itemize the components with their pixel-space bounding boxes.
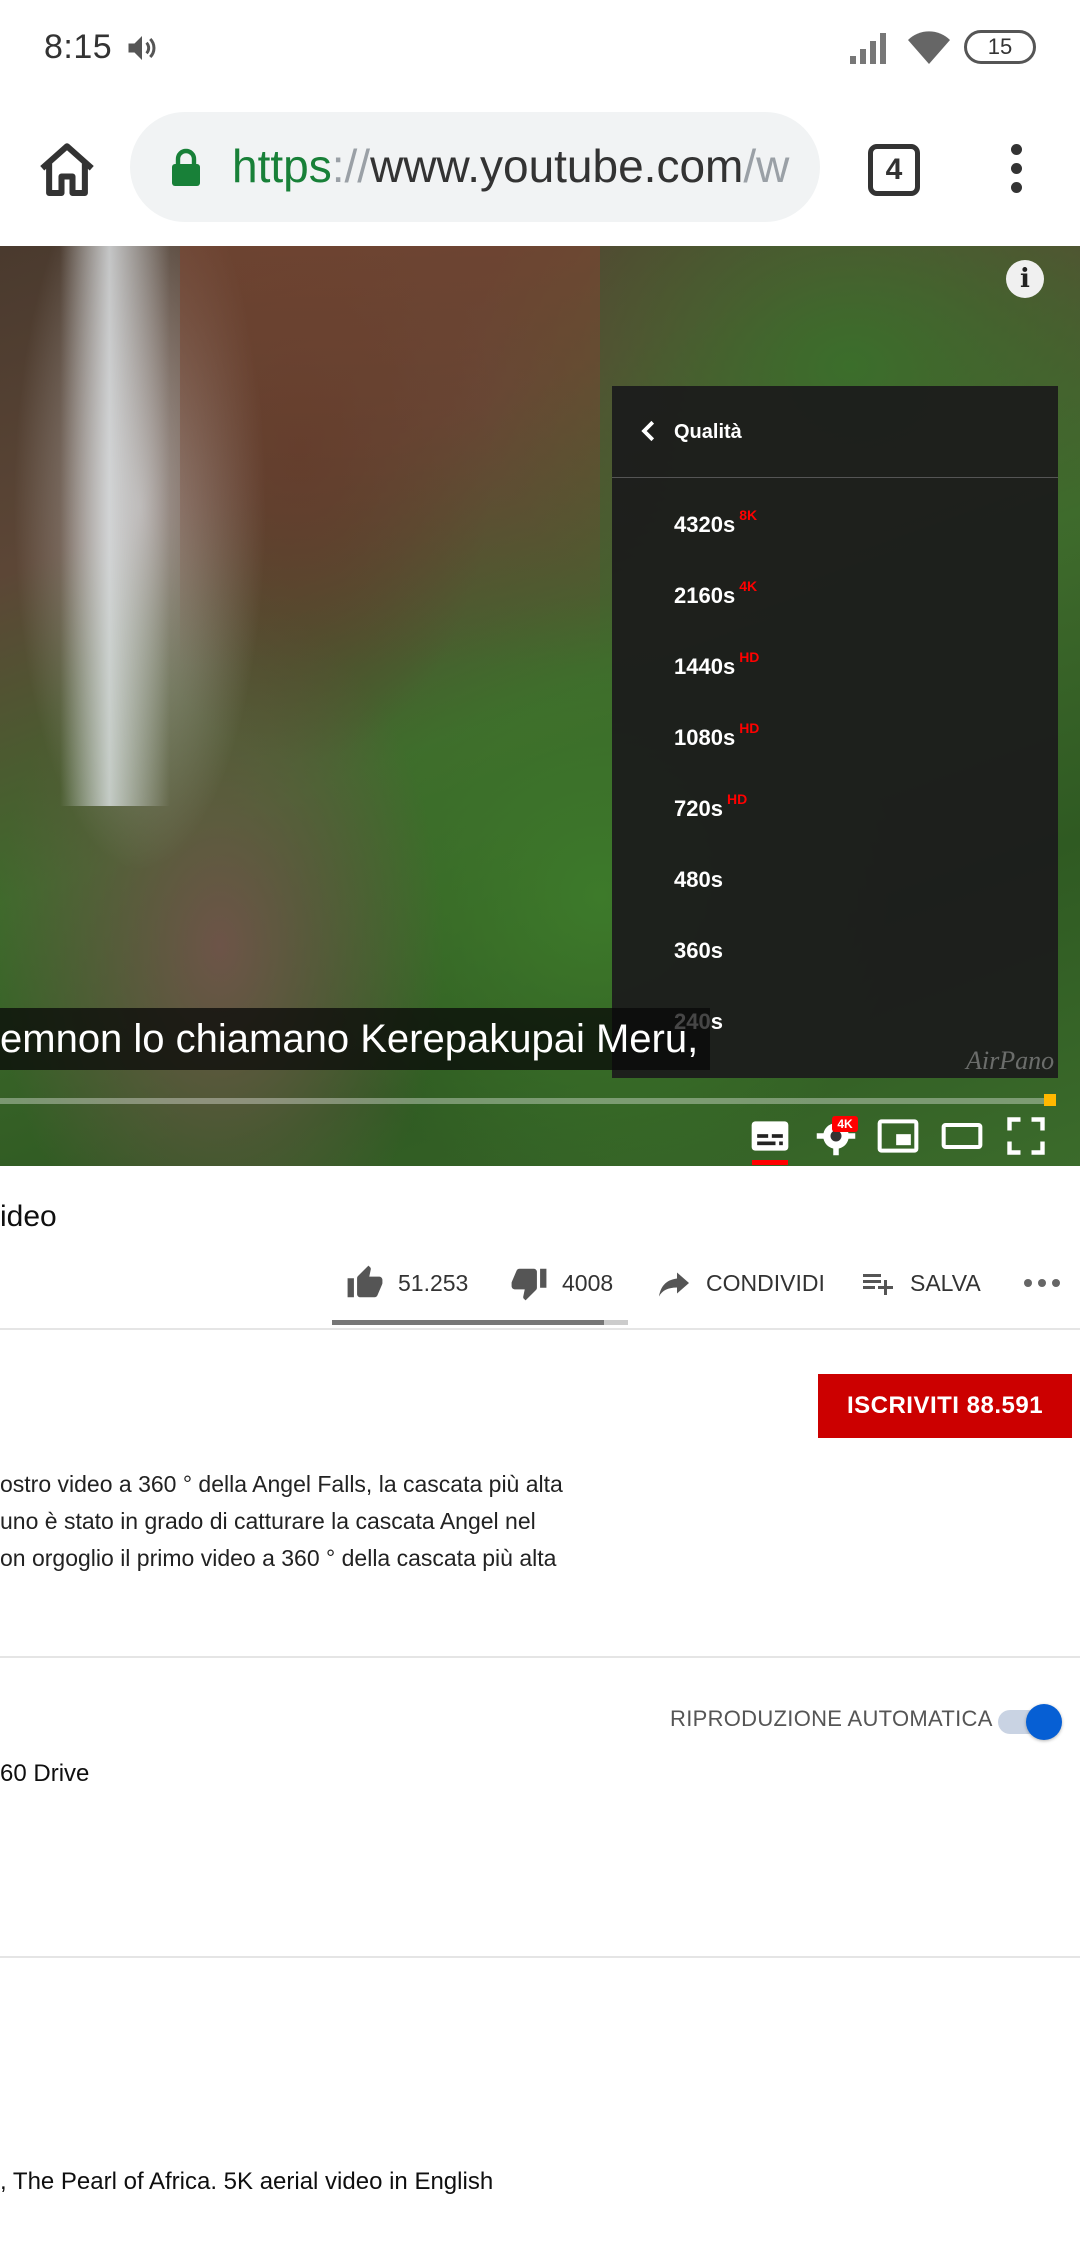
progress-scrubber[interactable] — [1044, 1094, 1056, 1106]
divider — [0, 1956, 1080, 1958]
divider — [0, 1656, 1080, 1658]
wifi-icon — [908, 31, 950, 64]
quality-option[interactable]: 720s HD — [674, 784, 1034, 834]
theater-mode-icon[interactable] — [940, 1114, 984, 1158]
up-next-title[interactable]: 60 Drive — [0, 1760, 89, 1788]
quality-badge: HD — [739, 720, 760, 736]
url-separator: :// — [331, 140, 371, 192]
status-bar: 8:15 15 — [0, 0, 1080, 96]
share-arrow-icon — [659, 1272, 689, 1297]
video-player[interactable]: i Qualità 4320s 8K 2160s 4K 1440s HD 1080s H… — [0, 246, 1080, 1166]
autoplay-label: RIPRODUZIONE AUTOMATICA — [670, 1706, 993, 1731]
video-title: ideo — [0, 1200, 57, 1233]
dislike-button[interactable]: 4008 — [510, 1248, 613, 1318]
description-line: ostro video a 360 ° della Angel Falls, l… — [0, 1471, 563, 1497]
quality-option[interactable]: 360s — [674, 926, 1034, 976]
lock-icon — [172, 148, 200, 186]
battery-indicator: 15 — [964, 30, 1036, 64]
fullscreen-icon[interactable] — [1004, 1114, 1048, 1158]
quality-menu: Qualità 4320s 8K 2160s 4K 1440s HD 1080s HD … — [612, 386, 1058, 1078]
video-frame-waterfall — [60, 246, 170, 806]
quality-badge: 4K — [832, 1116, 858, 1132]
url-path: /w — [743, 140, 790, 192]
address-bar[interactable]: https://www.youtube.com/w — [130, 112, 820, 222]
quality-badge: HD — [726, 791, 748, 807]
playlist-add-icon — [863, 1274, 893, 1295]
save-label: SALVA — [910, 1269, 981, 1296]
like-count: 51.253 — [398, 1269, 469, 1296]
quality-option[interactable]: 2160s 4K — [674, 571, 1034, 621]
quality-menu-title: Qualità — [674, 421, 742, 443]
quality-badge: HD — [739, 649, 760, 665]
recommended-video-title[interactable]: , The Pearl of Africa. 5K aerial video i… — [0, 2168, 493, 2196]
share-button[interactable]: CONDIVIDI — [656, 1248, 825, 1318]
like-button[interactable]: 51.253 — [346, 1248, 468, 1318]
browser-toolbar: https://www.youtube.com/w 4 — [0, 96, 1080, 246]
progress-bar[interactable] — [0, 1098, 1052, 1104]
url-text[interactable]: https://www.youtube.com/w — [232, 136, 802, 196]
miniplayer-icon[interactable] — [876, 1114, 920, 1158]
quality-option[interactable]: 240s — [674, 997, 1034, 1047]
dislike-count: 4008 — [562, 1269, 614, 1296]
thumbs-up-icon — [347, 1265, 383, 1298]
tab-switcher-button[interactable]: 4 — [868, 144, 920, 196]
quality-option[interactable]: 4320s 8K — [674, 500, 1034, 550]
like-ratio-bar — [332, 1320, 628, 1325]
description-line: on orgoglio il primo video a 360 ° della… — [0, 1545, 557, 1571]
description-line: uno è stato in grado di catturare la cas… — [0, 1508, 536, 1534]
video-caption: emnon lo chiamano Kerepakupai Meru, — [0, 1008, 711, 1070]
video-description: ostro video a 360 ° della Angel Falls, l… — [0, 1466, 640, 1577]
autoplay-toggle-knob[interactable] — [1026, 1704, 1062, 1740]
subscribe-button[interactable]: ISCRIVITI 88.591 — [818, 1374, 1072, 1438]
quality-menu-header[interactable]: Qualità — [612, 386, 1058, 478]
cell-signal-icon — [850, 33, 886, 64]
quality-option[interactable]: 1440s HD — [674, 642, 1034, 692]
video-frame-cliff — [180, 246, 600, 666]
divider — [0, 1328, 1080, 1330]
home-icon[interactable] — [32, 138, 102, 204]
overflow-menu-icon[interactable] — [1000, 138, 1032, 204]
thumbs-down-icon — [511, 1268, 547, 1301]
status-time: 8:15 — [44, 28, 113, 66]
save-button[interactable]: SALVA — [860, 1248, 981, 1318]
more-actions-icon[interactable] — [1022, 1248, 1062, 1318]
video-watermark: AirPano — [966, 1046, 1055, 1075]
quality-option[interactable]: 1080s HD — [674, 713, 1034, 763]
volume-icon — [128, 36, 156, 60]
quality-option[interactable]: 480s — [674, 855, 1034, 905]
url-host: www.youtube.com — [370, 140, 744, 192]
url-scheme: https — [232, 140, 332, 192]
subtitles-active-indicator — [752, 1160, 788, 1165]
info-icon[interactable]: i — [1006, 260, 1044, 298]
back-chevron-icon[interactable] — [634, 416, 664, 446]
quality-badge: 8K — [739, 507, 758, 523]
quality-badge: 4K — [739, 578, 758, 594]
subtitles-icon[interactable] — [748, 1114, 792, 1158]
share-label: CONDIVIDI — [706, 1269, 825, 1296]
